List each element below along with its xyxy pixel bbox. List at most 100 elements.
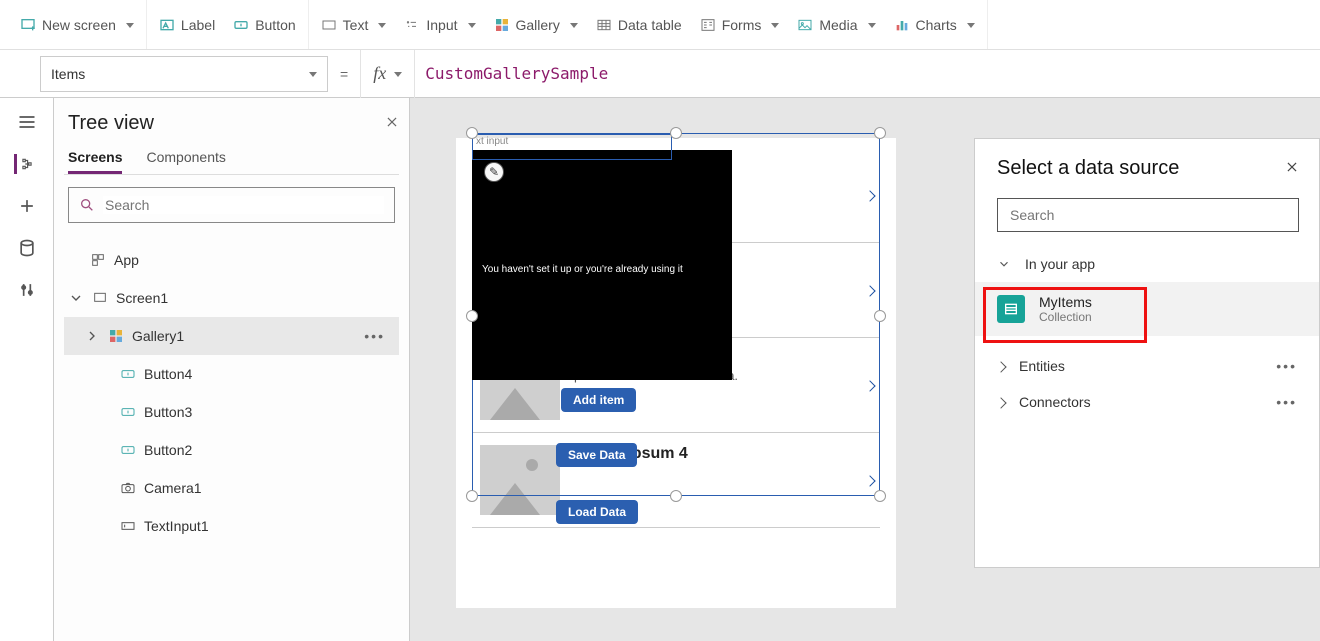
load-data-button[interactable]: Load Data (556, 500, 638, 524)
button-label: Load Data (568, 505, 626, 519)
gallery-icon (108, 328, 124, 344)
formula-input[interactable]: CustomGallerySample (415, 50, 1320, 97)
chevron-right-icon (997, 394, 1005, 410)
data-source-myitems[interactable]: MyItems Collection (975, 282, 1319, 336)
tree-node-label: Camera1 (144, 480, 202, 496)
chevron-down-icon (464, 17, 476, 33)
label-button[interactable]: Label (159, 17, 215, 33)
resize-handle[interactable] (466, 490, 478, 502)
data-source-panel: Select a data source In your app MyItems… (974, 138, 1320, 568)
close-icon[interactable] (385, 115, 399, 132)
gallery-icon (494, 17, 510, 33)
property-name: Items (51, 66, 85, 82)
tree-view-icon[interactable] (14, 154, 34, 174)
resize-handle[interactable] (670, 127, 682, 139)
resize-handle[interactable] (466, 310, 478, 322)
text-icon (321, 17, 337, 33)
save-data-button[interactable]: Save Data (556, 443, 637, 467)
tree-node-label: Button3 (144, 404, 192, 420)
data-table-icon (596, 17, 612, 33)
chevron-down-icon (864, 17, 876, 33)
resize-handle[interactable] (874, 127, 886, 139)
popup-overlay: You haven't set it up or you're already … (472, 150, 732, 380)
tree-node-label: Button4 (144, 366, 192, 382)
forms-button[interactable]: Forms (700, 17, 780, 33)
hamburger-icon[interactable] (17, 112, 37, 132)
media-button[interactable]: Media (797, 17, 875, 33)
section-connectors[interactable]: Connectors ••• (975, 384, 1319, 420)
insert-toolbar: New screen Label Button Text Input Galle… (0, 0, 1320, 50)
data-source-search[interactable] (997, 198, 1299, 232)
chevron-down-icon (997, 257, 1011, 271)
text-button[interactable]: Text (321, 17, 387, 33)
more-icon[interactable]: ••• (364, 328, 385, 344)
add-item-button[interactable]: Add item (561, 388, 636, 412)
section-entities[interactable]: Entities ••• (975, 348, 1319, 384)
tree-view-panel: Tree view Screens Components App Screen1 (54, 98, 410, 641)
tree-node-gallery1[interactable]: Gallery1 ••• (64, 317, 399, 355)
tree-node-label: TextInput1 (144, 518, 209, 534)
tree-node-label: App (114, 252, 139, 268)
charts-label: Charts (916, 17, 957, 33)
forms-icon (700, 17, 716, 33)
tree-node-button4[interactable]: Button4 (64, 355, 399, 393)
media-label: Media (819, 17, 857, 33)
media-icon (797, 17, 813, 33)
text-label: Text (343, 17, 369, 33)
button-button[interactable]: Button (233, 17, 295, 33)
forms-label: Forms (722, 17, 762, 33)
chevron-down-icon (374, 17, 386, 33)
tree-node-label: Button2 (144, 442, 192, 458)
chevron-down-icon (963, 17, 975, 33)
tree-search-input[interactable] (103, 196, 384, 214)
data-source-name: MyItems (1039, 294, 1092, 310)
more-icon[interactable]: ••• (1276, 358, 1297, 374)
chevron-down-icon (305, 66, 317, 82)
tree-node-textinput1[interactable]: TextInput1 (64, 507, 399, 545)
tree-node-app[interactable]: App (64, 241, 399, 279)
resize-handle[interactable] (874, 310, 886, 322)
button-label: Save Data (568, 448, 625, 462)
data-table-button[interactable]: Data table (596, 17, 682, 33)
button-icon (233, 17, 249, 33)
edit-pencil-icon[interactable]: ✎ (484, 162, 504, 182)
formula-text: CustomGallerySample (425, 64, 608, 83)
tree-node-camera1[interactable]: Camera1 (64, 469, 399, 507)
section-label: Entities (1019, 358, 1065, 374)
app-stage[interactable]: Lorem ipsum 1 sit amet, metus, tincidunt (456, 138, 896, 608)
tree-view-title: Tree view (68, 112, 154, 135)
property-selector[interactable]: Items (40, 56, 328, 92)
new-screen-button[interactable]: New screen (20, 17, 134, 33)
canvas-area: Lorem ipsum 1 sit amet, metus, tincidunt (410, 98, 1320, 641)
app-icon (90, 252, 106, 268)
fx-button[interactable]: fx (360, 50, 415, 98)
camera-icon (120, 480, 136, 496)
section-in-your-app[interactable]: In your app (975, 246, 1319, 282)
resize-handle[interactable] (874, 490, 886, 502)
data-icon[interactable] (17, 238, 37, 258)
new-screen-icon (20, 17, 36, 33)
tab-components[interactable]: Components (146, 149, 225, 174)
close-icon[interactable] (1285, 160, 1299, 177)
tree-node-button2[interactable]: Button2 (64, 431, 399, 469)
data-source-title: Select a data source (997, 157, 1179, 180)
resize-handle[interactable] (670, 490, 682, 502)
tree-node-label: Screen1 (116, 290, 168, 306)
tree-search[interactable] (68, 187, 395, 223)
tree-node-button3[interactable]: Button3 (64, 393, 399, 431)
tree-node-screen1[interactable]: Screen1 (64, 279, 399, 317)
equals-sign: = (340, 66, 348, 82)
insert-icon[interactable] (17, 196, 37, 216)
gallery-button[interactable]: Gallery (494, 17, 578, 33)
data-source-search-input[interactable] (1008, 206, 1288, 224)
screen-icon (92, 290, 108, 306)
charts-button[interactable]: Charts (894, 17, 975, 33)
tab-screens[interactable]: Screens (68, 149, 122, 174)
left-rail (0, 98, 54, 641)
tools-icon[interactable] (17, 280, 37, 300)
charts-icon (894, 17, 910, 33)
input-button[interactable]: Input (404, 17, 475, 33)
more-icon[interactable]: ••• (1276, 394, 1297, 410)
label-label: Label (181, 17, 215, 33)
selection-label: xt input (476, 136, 508, 147)
